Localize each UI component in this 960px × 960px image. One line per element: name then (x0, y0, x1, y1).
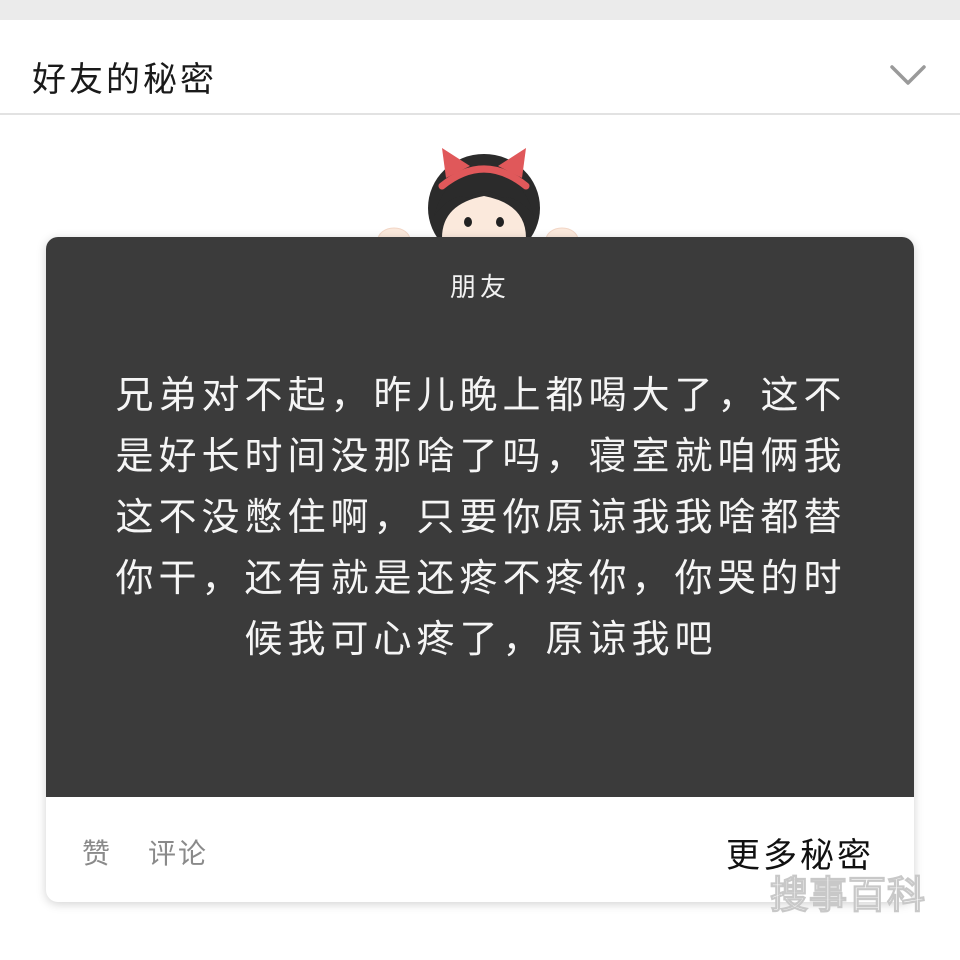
secret-card: 朋友 兄弟对不起，昨儿晚上都喝大了，这不是好长时间没那啥了吗，寝室就咱俩我这不没… (46, 237, 914, 902)
secret-source-label: 朋友 (449, 273, 510, 303)
app-header: 好友的秘密 (0, 20, 960, 115)
chevron-down-icon[interactable] (888, 62, 928, 88)
secret-message: 兄弟对不起，昨儿晚上都喝大了，这不是好长时间没那啥了吗，寝室就咱俩我这不没憋住啊… (115, 373, 847, 661)
comment-button[interactable]: 评论 (148, 832, 208, 872)
like-button[interactable]: 赞 (82, 832, 110, 872)
page-title: 好友的秘密 (32, 60, 217, 100)
status-bar-strip (0, 0, 960, 20)
secret-content-panel: 朋友 兄弟对不起，昨儿晚上都喝大了，这不是好长时间没那啥了吗，寝室就咱俩我这不没… (46, 237, 914, 797)
watermark: 搜事百科 (769, 873, 927, 918)
